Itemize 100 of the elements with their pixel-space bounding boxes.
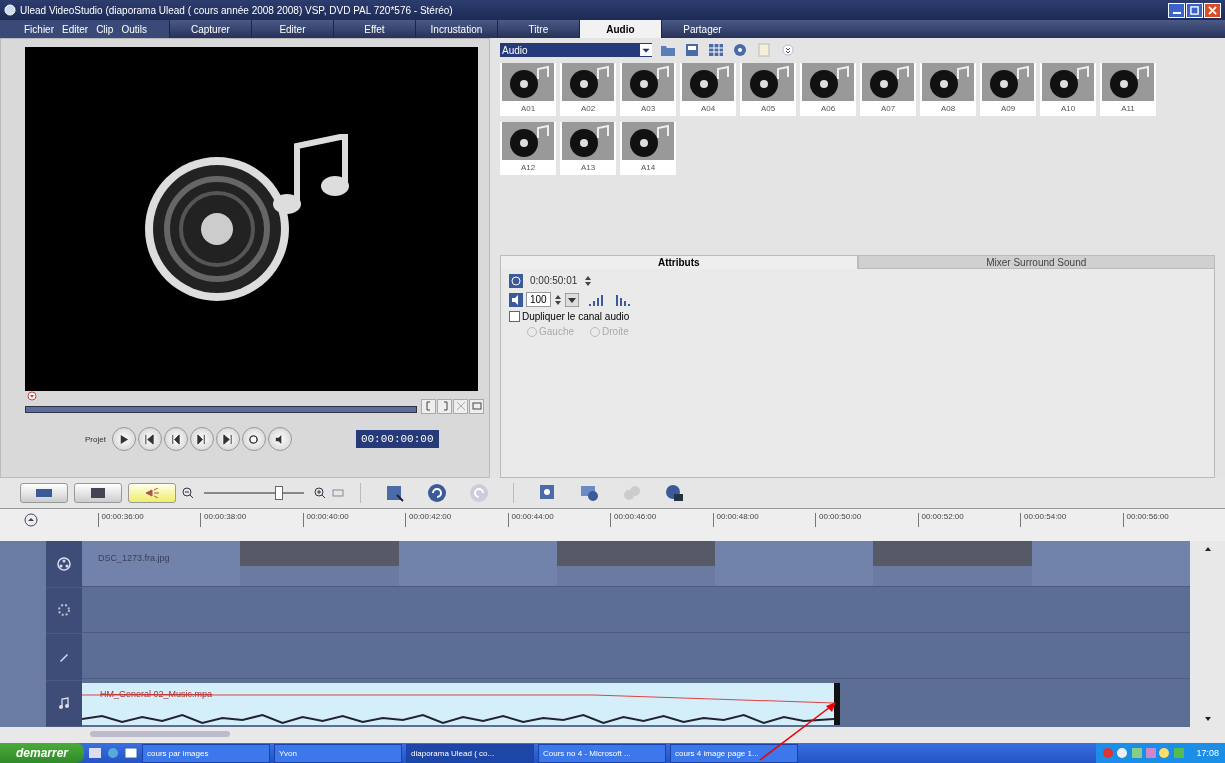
menu-item[interactable]: Clip: [96, 23, 114, 35]
transition-clip[interactable]: [873, 541, 1032, 586]
taskbar-button[interactable]: diaporama Ulead ( co...: [406, 743, 535, 763]
time-tick-label: 00:00:54:00: [1024, 512, 1067, 521]
go-to-end-button[interactable]: [215, 427, 240, 451]
export-icon[interactable]: [664, 483, 684, 503]
panel-tab[interactable]: Attributs: [500, 255, 858, 269]
music-clip[interactable]: HM_General 02_Music.mpa: [82, 683, 834, 725]
transition-clip[interactable]: [556, 541, 716, 586]
timecode-field[interactable]: 00:00:00:00: [355, 430, 439, 448]
playhead-icon[interactable]: [27, 391, 37, 401]
screen-icon: [471, 401, 482, 411]
taskbar-button[interactable]: Cours no 4 - Microsoft ...: [538, 743, 667, 763]
expand-icon[interactable]: [780, 43, 796, 57]
zoom-in-icon[interactable]: [314, 487, 326, 499]
clip-icon[interactable]: [385, 483, 405, 503]
start-button[interactable]: demarrer: [0, 743, 85, 763]
audio-clip-thumbnail[interactable]: A06: [800, 63, 856, 116]
grid-icon[interactable]: [708, 43, 724, 57]
music-note-icon: [57, 696, 71, 711]
audio-clip-thumbnail[interactable]: A04: [680, 63, 736, 116]
undo-icon[interactable]: [427, 483, 447, 503]
timeline-view-button[interactable]: [74, 483, 122, 503]
window-title: Ulead VideoStudio (diaporama Ulead ( cours année 2008 2008) VSP, DVD PAL 720*576 - Stéréo): [20, 4, 454, 16]
close-button[interactable]: [1204, 2, 1221, 18]
disc-icon[interactable]: [732, 43, 748, 57]
clip-label: HM_General 02_Music.mpa: [100, 689, 213, 699]
play-button[interactable]: [111, 427, 136, 451]
storyboard-view-button[interactable]: [20, 483, 68, 503]
slider-thumb[interactable]: [275, 486, 283, 500]
time-tick-label: 00:00:36:00: [101, 512, 144, 521]
close-icon: [1208, 5, 1217, 15]
photo-clip[interactable]: [715, 541, 874, 586]
audio-clip-thumbnail[interactable]: A14: [620, 122, 676, 175]
step-tab[interactable]: Titre: [496, 20, 579, 38]
cross-icon: [455, 401, 466, 411]
clip-label: DSC_1273.fra.jpg: [98, 553, 170, 563]
import-icon[interactable]: [684, 43, 700, 57]
panel-tab[interactable]: Mixer Surround Sound: [857, 255, 1215, 269]
scrub-bar[interactable]: [25, 405, 417, 413]
clock-icon: [509, 273, 523, 288]
skip-icon: [170, 433, 182, 445]
project-fit-icon[interactable]: [24, 513, 38, 527]
audio-clip-thumbnail[interactable]: A01: [500, 63, 556, 116]
horizontal-scrollbar[interactable]: [90, 731, 230, 737]
audio-clip-thumbnail[interactable]: A09: [980, 63, 1036, 116]
volume-line[interactable]: [82, 691, 834, 705]
previous-frame-button[interactable]: [163, 427, 188, 451]
photo-clip[interactable]: [398, 541, 557, 586]
duration-field[interactable]: 0:00:50:01: [526, 273, 582, 288]
menu-item[interactable]: Editer: [62, 23, 89, 35]
skip-icon: [196, 433, 208, 445]
library-dropdown[interactable]: Audio: [500, 43, 652, 57]
go-to-start-button[interactable]: [137, 427, 162, 451]
time-tick-label: 00:00:46:00: [614, 512, 657, 521]
skip-icon: [222, 433, 234, 445]
timeline-icon: [88, 488, 108, 498]
minimize-icon: [1172, 11, 1181, 14]
audio-view-button[interactable]: [128, 483, 176, 503]
time-tick-label: 00:00:40:00: [306, 512, 349, 521]
audio-clip-thumbnail[interactable]: A05: [740, 63, 796, 116]
scroll-up-icon[interactable]: [1203, 545, 1212, 553]
menu-item[interactable]: Outils: [121, 23, 147, 35]
step-tab[interactable]: Partager: [660, 20, 743, 38]
time-tick-label: 00:00:42:00: [409, 512, 452, 521]
taskbar-button[interactable]: Yvon: [274, 743, 403, 763]
audio-clip-thumbnail[interactable]: A11: [1100, 63, 1156, 116]
repeat-button[interactable]: [241, 427, 266, 451]
time-tick-label: 00:00:48:00: [716, 512, 759, 521]
audio-clip-thumbnail[interactable]: A13: [560, 122, 616, 175]
next-frame-button[interactable]: [189, 427, 214, 451]
window-icon[interactable]: [124, 746, 139, 760]
audio-clip-thumbnail[interactable]: A03: [620, 63, 676, 116]
maximize-button[interactable]: [1186, 2, 1203, 18]
audio-clip-thumbnail[interactable]: A12: [500, 122, 556, 175]
volume-button[interactable]: [267, 427, 292, 451]
volume-field[interactable]: 100: [526, 292, 551, 307]
voice-icon[interactable]: [580, 483, 600, 503]
photo-clip[interactable]: [1031, 541, 1190, 586]
loop-icon: [248, 433, 260, 445]
audio-clip-thumbnail[interactable]: A10: [1040, 63, 1096, 116]
zoom-out-icon[interactable]: [182, 487, 194, 499]
audio-clip-thumbnail[interactable]: A07: [860, 63, 916, 116]
duplicate-channel-checkbox[interactable]: Dupliquer le canal audio: [509, 311, 1206, 322]
step-tab[interactable]: Audio: [578, 20, 661, 38]
transition-clip[interactable]: [240, 541, 399, 586]
desktop-icon[interactable]: [88, 746, 103, 760]
dropdown-icon[interactable]: [564, 292, 579, 307]
audio-clip-thumbnail[interactable]: A08: [920, 63, 976, 116]
skip-icon: [144, 433, 156, 445]
folder-icon[interactable]: [660, 43, 676, 57]
minimize-button[interactable]: [1168, 2, 1185, 18]
clock: 17:08: [1196, 748, 1219, 758]
audio-clip-thumbnail[interactable]: A02: [560, 63, 616, 116]
vertical-scrollbar[interactable]: [1190, 541, 1225, 727]
taskbar-button[interactable]: cours par images: [142, 743, 271, 763]
taskbar-button[interactable]: cours 4 image page 1...: [670, 743, 799, 763]
menu-item[interactable]: Fichier: [24, 23, 54, 35]
scroll-down-icon[interactable]: [1203, 715, 1212, 723]
app-icon: [4, 4, 16, 16]
